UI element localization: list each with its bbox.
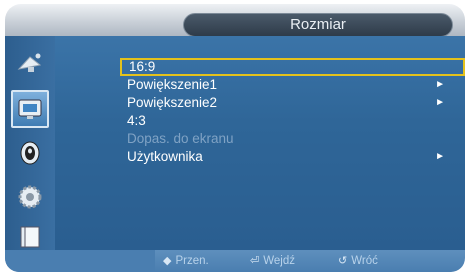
menu-panel: 16:9 Powiększenie1 ► Powiększenie2 ► 4:3… [5, 36, 465, 250]
chevron-right-icon: ► [435, 97, 445, 108]
sidebar-item-picture[interactable] [11, 90, 49, 128]
enter-icon: ⏎ [250, 255, 260, 267]
hint-bar: ◆ Przen. ⏎ Wejdź ↺ Wróć [5, 250, 465, 272]
sidebar-item-input[interactable] [11, 44, 49, 82]
hint-return: ↺ Wróć [338, 253, 378, 269]
satellite-dish-icon [17, 53, 42, 72]
hint-move: ◆ Przen. [163, 253, 209, 269]
osd-screen: Rozmiar 16:9 Powiększenie1 ► Powiększeni… [0, 0, 473, 276]
chevron-right-icon: ► [435, 151, 445, 162]
menu-item-label: 16:9 [129, 59, 156, 74]
chevron-right-icon: ► [435, 79, 445, 90]
menu-item-16-9[interactable]: 16:9 [120, 58, 465, 76]
category-sidebar [5, 36, 55, 250]
size-menu-list: 16:9 Powiększenie1 ► Powiększenie2 ► 4:3… [120, 58, 465, 166]
hint-bar-corner [5, 250, 155, 272]
menu-item-label: Dopas. do ekranu [127, 131, 234, 146]
menu-item-label: 4:3 [127, 113, 146, 128]
menu-item-zoom2[interactable]: Powiększenie2 ► [120, 94, 465, 112]
menu-item-4-3[interactable]: 4:3 [120, 112, 465, 130]
menu-item-label: Powiększenie1 [127, 77, 218, 92]
menu-item-label: Użytkownika [127, 149, 203, 164]
return-icon: ↺ [338, 255, 348, 267]
sidebar-item-sound[interactable] [11, 134, 49, 172]
title-bar: Rozmiar [5, 4, 465, 37]
menu-item-custom[interactable]: Użytkownika ► [120, 148, 465, 166]
hint-enter-label: Wejdź [263, 255, 295, 267]
speaker-icon [20, 141, 40, 165]
hint-enter: ⏎ Wejdź [250, 253, 295, 269]
hint-return-label: Wróć [351, 255, 378, 267]
menu-title: Rozmiar [183, 13, 453, 37]
sidebar-item-setup[interactable] [11, 178, 49, 216]
menu-item-zoom1[interactable]: Powiększenie1 ► [120, 76, 465, 94]
picture-icon [18, 99, 42, 119]
hint-move-label: Przen. [175, 255, 209, 267]
menu-item-label: Powiększenie2 [127, 95, 218, 110]
book-icon [20, 226, 40, 248]
move-icon: ◆ [163, 255, 172, 267]
menu-item-screen-fit: Dopas. do ekranu [120, 130, 465, 148]
gear-icon [18, 185, 42, 209]
